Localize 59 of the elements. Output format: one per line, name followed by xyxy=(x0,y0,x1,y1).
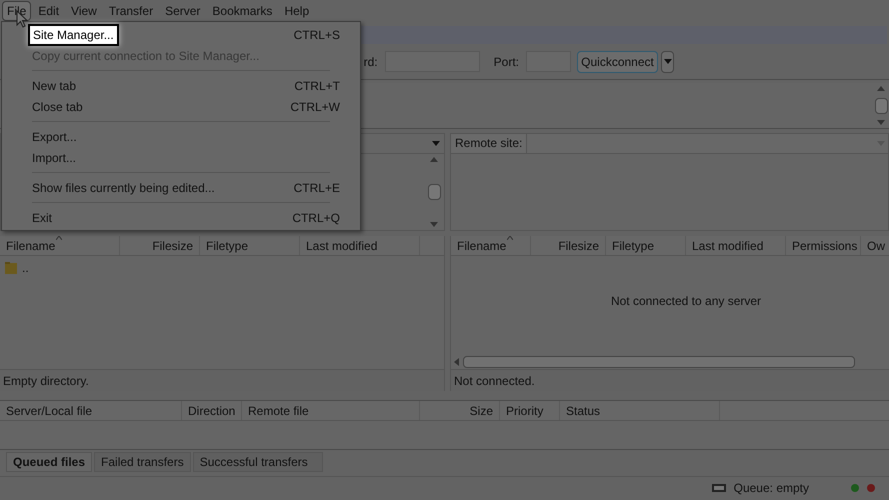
scroll-left-arrow-icon[interactable] xyxy=(454,358,459,366)
scroll-down-arrow-icon[interactable] xyxy=(877,120,885,125)
queue-tab[interactable]: Queued files xyxy=(6,452,92,472)
column-header[interactable]: Priority xyxy=(500,401,560,420)
shortcut-label: CTRL+E xyxy=(294,180,340,196)
shortcut-label: CTRL+S xyxy=(294,26,340,44)
menu-item[interactable]: Bookmarks xyxy=(207,1,278,21)
column-header[interactable]: Ow xyxy=(861,236,889,255)
column-header[interactable]: Filename xyxy=(451,236,531,255)
column-header[interactable]: Server/Local file xyxy=(0,401,182,420)
column-header[interactable]: Filesize xyxy=(531,236,606,255)
column-header[interactable]: Last modified xyxy=(686,236,786,255)
menu-entry[interactable]: Site Manager... xyxy=(28,24,119,46)
menu-item[interactable]: View xyxy=(66,1,102,21)
menu-item[interactable]: Server xyxy=(160,1,206,21)
menu-entry[interactable]: Exit xyxy=(32,208,52,226)
empty-list-message: Not connected to any server xyxy=(610,293,762,310)
speed-limit-icon xyxy=(712,484,726,492)
password-label: rd: xyxy=(364,54,378,70)
column-header[interactable]: Filetype xyxy=(606,236,686,255)
scroll-up-arrow-icon[interactable] xyxy=(877,86,885,91)
column-header[interactable]: Direction xyxy=(182,401,242,420)
menu-entry[interactable]: New tab xyxy=(32,76,76,94)
queue-status: Queue: empty xyxy=(734,480,809,496)
menu-entry[interactable]: Export... xyxy=(32,128,77,146)
scroll-thumb[interactable] xyxy=(463,356,855,368)
menu-entry[interactable]: Show files currently being edited... xyxy=(32,178,215,196)
menu-entry[interactable]: Import... xyxy=(32,148,76,166)
menu-item[interactable]: Transfer xyxy=(104,1,158,21)
scroll-down-arrow-icon[interactable] xyxy=(430,222,438,227)
shortcut-label: CTRL+W xyxy=(290,98,340,116)
scroll-up-arrow-icon[interactable] xyxy=(430,157,438,162)
vertical-scrollbar[interactable] xyxy=(426,154,442,230)
column-header[interactable]: Status xyxy=(560,401,720,420)
dropdown-button[interactable] xyxy=(661,50,674,72)
file-row[interactable]: .. xyxy=(0,259,444,277)
column-header[interactable]: Size xyxy=(420,401,500,420)
folder-icon xyxy=(4,261,18,275)
queue-tab[interactable]: Successful transfers xyxy=(192,452,323,472)
scroll-thumb[interactable] xyxy=(428,184,440,200)
menu-item[interactable]: Edit xyxy=(33,1,64,21)
column-header[interactable]: Permissions xyxy=(786,236,861,255)
shortcut-label: CTRL+Q xyxy=(292,210,340,226)
port-label: Port: xyxy=(494,54,519,70)
column-header[interactable]: Last modified xyxy=(300,236,420,255)
queue-tab[interactable]: Failed transfers xyxy=(94,452,191,472)
column-header[interactable]: Filetype xyxy=(200,236,300,255)
menu-item[interactable]: Help xyxy=(279,1,314,21)
column-header[interactable]: Filename xyxy=(0,236,120,255)
shortcut-label: CTRL+T xyxy=(294,78,340,94)
vertical-scrollbar[interactable] xyxy=(873,83,889,128)
caret-icon xyxy=(664,59,672,64)
scroll-thumb[interactable] xyxy=(874,98,888,114)
column-header[interactable]: Filesize xyxy=(120,236,200,255)
menu-entry[interactable]: Close tab xyxy=(32,98,83,116)
dropdown-caret-icon[interactable] xyxy=(432,141,440,146)
remote-site-label: Remote site: xyxy=(451,134,528,153)
quickconnect-button[interactable]: Quickconnect xyxy=(577,50,658,72)
column-header[interactable]: Remote file xyxy=(242,401,420,420)
